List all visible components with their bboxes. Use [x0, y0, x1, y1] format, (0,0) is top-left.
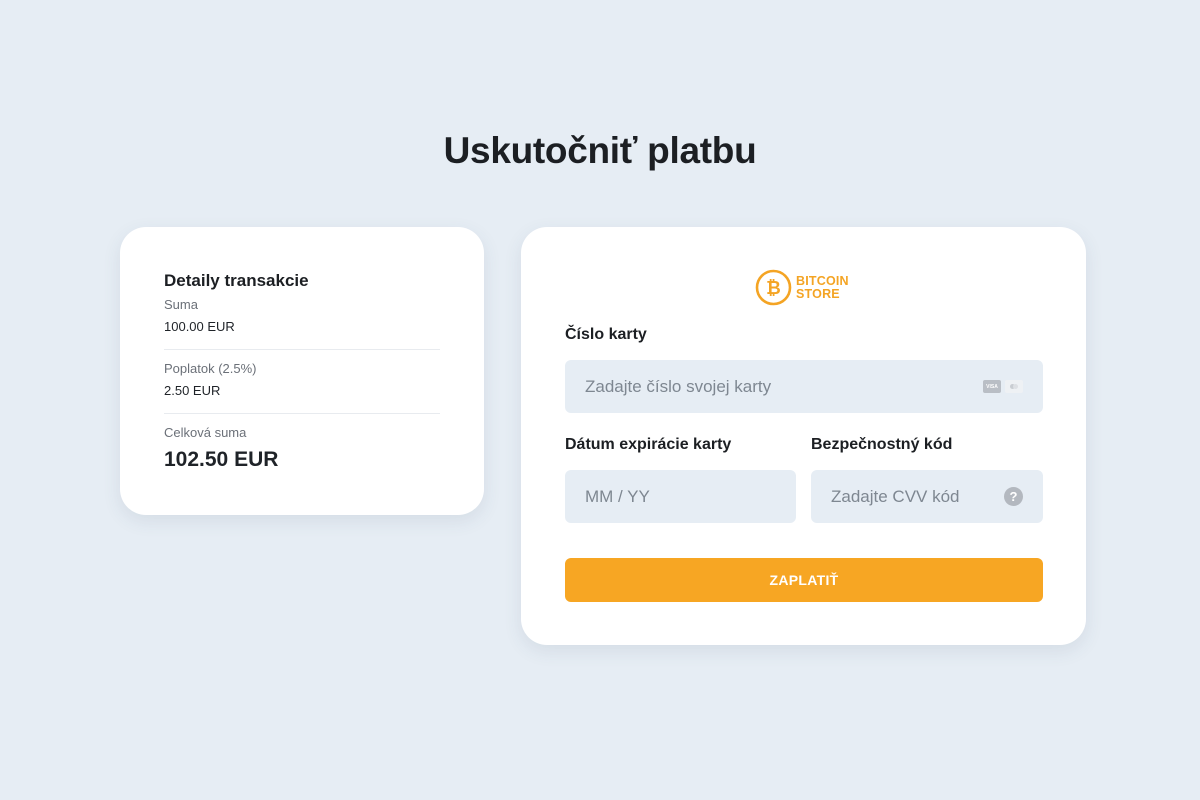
svg-text:₿: ₿ [766, 278, 781, 298]
bitcoin-icon: ₿ [755, 269, 792, 306]
payment-form-card: ₿ BITCOIN STORE Číslo karty VISA Dátum e… [521, 227, 1086, 645]
summary-row-fee: Poplatok (2.5%) 2.50 EUR [164, 349, 440, 413]
cvv-input[interactable] [831, 486, 1004, 507]
expiry-field[interactable] [565, 470, 796, 523]
brand-name: BITCOIN STORE [796, 273, 849, 301]
total-value: 102.50 EUR [164, 448, 279, 471]
card-brand-icons: VISA [983, 380, 1023, 393]
card-number-field[interactable]: VISA [565, 360, 1043, 413]
summary-heading: Detaily transakcie [164, 271, 309, 290]
total-label: Celková suma [164, 425, 247, 440]
amount-label: Suma [164, 297, 198, 312]
pay-button[interactable]: ZAPLATIŤ [565, 558, 1043, 602]
expiry-input[interactable] [585, 486, 776, 507]
amount-value: 100.00 EUR [164, 319, 235, 334]
brand-line-1: BITCOIN [796, 273, 849, 288]
brand-logo: ₿ BITCOIN STORE [755, 269, 849, 306]
summary-row-amount: Suma 100.00 EUR [164, 297, 440, 349]
summary-row-total: Celková suma 102.50 EUR [164, 413, 440, 487]
transaction-summary-card: Detaily transakcie Suma 100.00 EUR Popla… [120, 227, 484, 515]
cvv-label: Bezpečnostný kód [811, 436, 953, 453]
brand-line-2: STORE [796, 286, 840, 301]
cvv-field[interactable]: ? [811, 470, 1043, 523]
fee-label: Poplatok (2.5%) [164, 361, 257, 376]
mastercard-icon [1005, 380, 1023, 393]
fee-value: 2.50 EUR [164, 383, 221, 398]
question-icon[interactable]: ? [1004, 487, 1023, 506]
page-title: Uskutočniť platbu [443, 130, 757, 171]
card-number-label: Číslo karty [565, 326, 647, 343]
expiry-label: Dátum expirácie karty [565, 436, 732, 453]
card-number-input[interactable] [585, 376, 983, 397]
visa-icon: VISA [983, 380, 1001, 393]
